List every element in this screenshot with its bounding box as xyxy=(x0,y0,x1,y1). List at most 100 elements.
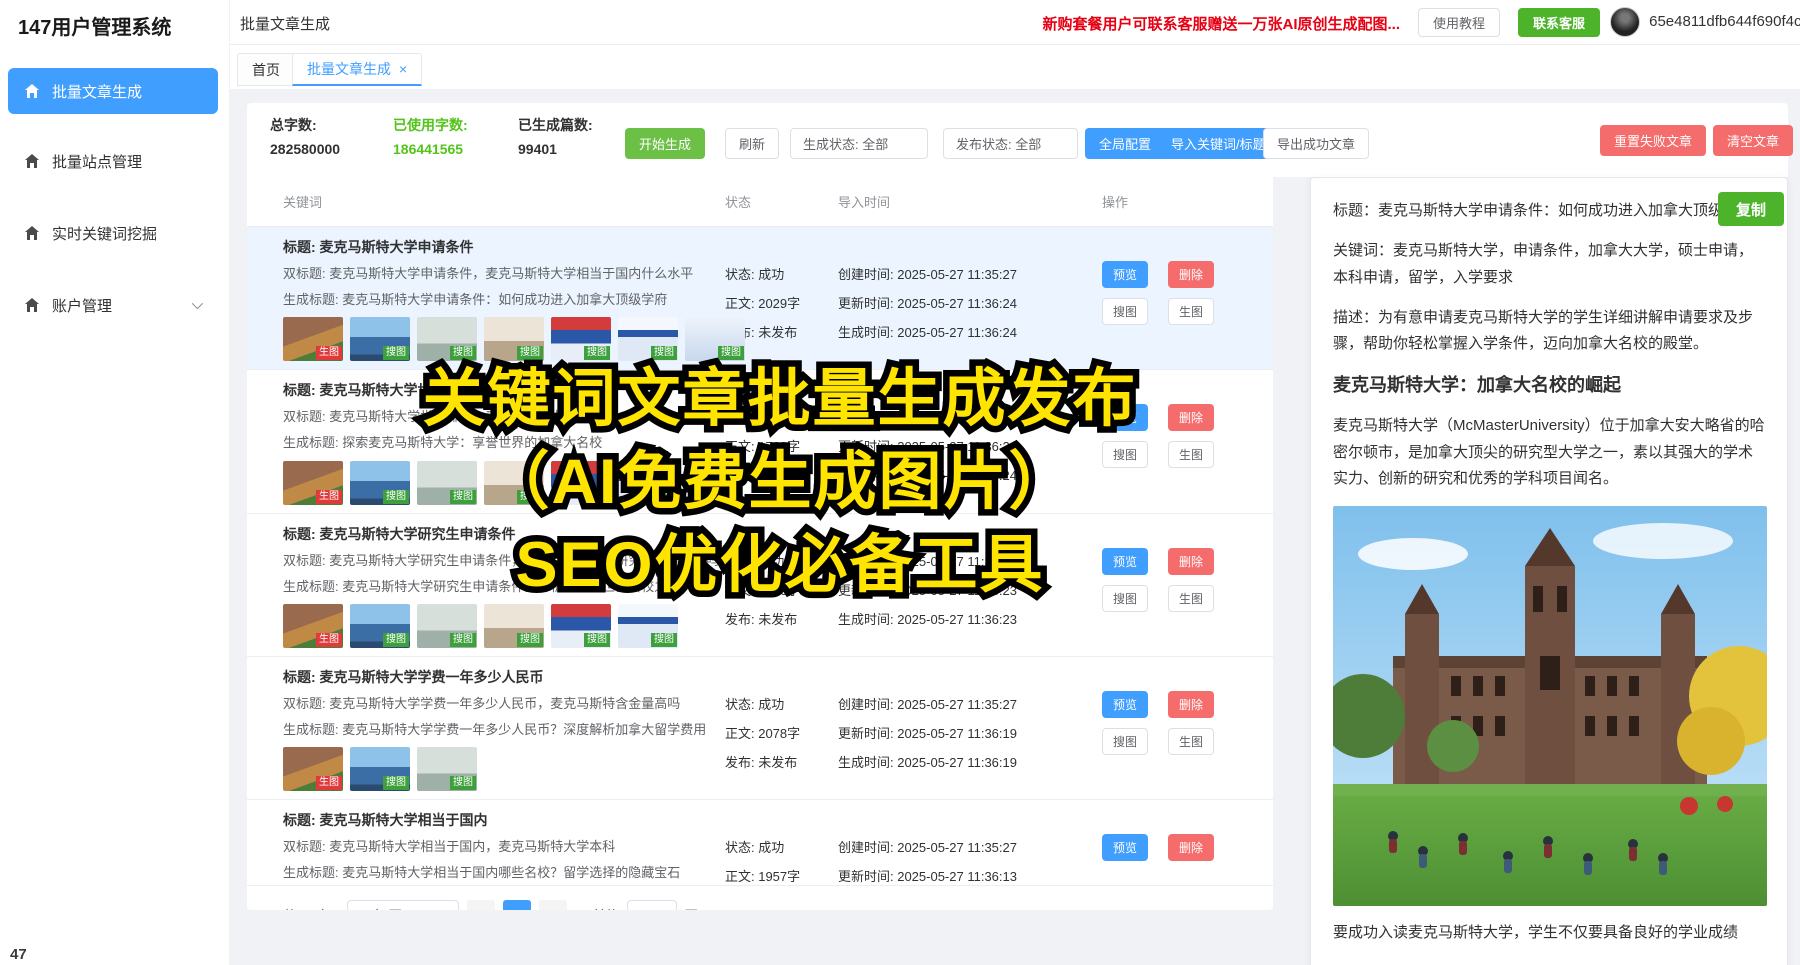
publish-status: 发布: 未发布 xyxy=(725,465,838,484)
promo-notice[interactable]: 新购套餐用户可联系客服赠送一万张AI原创生成配图... xyxy=(1042,13,1400,34)
thumbnail-badge: 搜图 xyxy=(584,490,610,504)
export-articles-button[interactable]: 导出成功文章 xyxy=(1263,128,1369,159)
refresh-button[interactable]: 刷新 xyxy=(725,128,779,159)
sidebar-item-site-management[interactable]: 批量站点管理 xyxy=(8,138,218,184)
home-icon xyxy=(24,83,40,99)
start-generation-button[interactable]: 开始生成 xyxy=(625,128,705,159)
preview-heading: 麦克马斯特大学：加拿大名校的崛起 xyxy=(1333,371,1765,397)
generated-time: 生成时间: 2025-05-27 11:36:23 xyxy=(838,609,1102,628)
article-thumbnail[interactable]: 搜图 xyxy=(618,461,678,505)
generate-image-button[interactable]: 生图 xyxy=(1168,298,1214,325)
table-row[interactable]: 标题: 麦克马斯特大学世界排名 双标题: 麦克马斯特大学世界排名，麦克马斯特大学… xyxy=(247,370,1273,513)
delete-button[interactable]: 删除 xyxy=(1168,691,1214,718)
article-thumbnail[interactable]: 搜图 xyxy=(417,604,477,648)
reset-failed-button[interactable]: 重置失败文章 xyxy=(1600,125,1706,156)
article-thumbnail[interactable]: 搜图 xyxy=(484,317,544,361)
preview-keywords: 关键词：麦克马斯特大学，申请条件，加拿大大学，硕士申请，本科申请，留学，入学要求 xyxy=(1333,238,1765,291)
sidebar-item-keyword-mining[interactable]: 实时关键词挖掘 xyxy=(8,210,218,256)
generate-image-button[interactable]: 生图 xyxy=(1168,585,1214,612)
publish-status-select[interactable]: 发布状态: 全部 xyxy=(943,128,1078,159)
article-thumbnail[interactable]: 搜图 xyxy=(484,461,544,505)
search-image-button[interactable]: 搜图 xyxy=(1102,298,1148,325)
thumbnail-badge: 搜图 xyxy=(651,490,677,504)
article-thumbnail[interactable]: 搜图 xyxy=(484,604,544,648)
avatar[interactable] xyxy=(1610,7,1640,37)
sidebar-item-account[interactable]: 账户管理 xyxy=(8,282,218,328)
sidebar-item-article-generation[interactable]: 批量文章生成 xyxy=(8,68,218,114)
toolbar: 总字数: 282580000 已使用字数: 186441565 已生成篇数: 9… xyxy=(247,103,1788,177)
generation-status-select[interactable]: 生成状态: 全部 xyxy=(790,128,928,159)
word-count: 正文: 2029字 xyxy=(725,293,838,312)
status-text: 状态: 成功 xyxy=(725,694,838,713)
delete-button[interactable]: 删除 xyxy=(1168,261,1214,288)
article-thumbnail[interactable]: 搜图 xyxy=(417,461,477,505)
sidebar-item-label: 批量站点管理 xyxy=(52,151,142,172)
search-image-button[interactable]: 搜图 xyxy=(1102,728,1148,755)
article-generated-title: 生成标题: 麦克马斯特大学研究生申请条件全解析：通往世界名校之路 xyxy=(283,577,725,597)
table-row[interactable]: 标题: 麦克马斯特大学研究生申请条件 双标题: 麦克马斯特大学研究生申请条件，麦… xyxy=(247,514,1273,657)
thumbnail-badge: 搜图 xyxy=(450,346,476,360)
copy-button[interactable]: 复制 xyxy=(1718,192,1784,226)
article-generated-title: 生成标题: 麦克马斯特大学申请条件：如何成功进入加拿大顶级学府 xyxy=(283,290,725,310)
goto-page-input[interactable]: 1 xyxy=(627,900,677,910)
clear-articles-button[interactable]: 清空文章 xyxy=(1713,125,1793,156)
article-thumbnail[interactable]: 搜图 xyxy=(551,317,611,361)
column-header-import-time: 导入时间 xyxy=(838,192,1102,211)
delete-button[interactable]: 删除 xyxy=(1168,548,1214,575)
article-preview-panel: 复制 标题：麦克马斯特大学申请条件：如何成功进入加拿大顶级学府 关键词：麦克马斯… xyxy=(1310,177,1788,965)
close-icon[interactable]: × xyxy=(399,61,407,77)
page-number-button[interactable]: 1 xyxy=(503,900,531,910)
search-image-button[interactable]: 搜图 xyxy=(1102,585,1148,612)
updated-time: 更新时间: 2025-05-27 11:36:13 xyxy=(838,866,1102,885)
word-count: 正文: 2078字 xyxy=(725,723,838,742)
article-thumbnail[interactable]: 生图 xyxy=(283,461,343,505)
tab-article-generation[interactable]: 批量文章生成 × xyxy=(292,53,422,86)
sidebar-item-label: 批量文章生成 xyxy=(52,81,142,102)
import-keywords-button[interactable]: 导入关键词/标题 xyxy=(1157,128,1280,159)
article-thumbnail[interactable]: 生图 xyxy=(283,604,343,648)
table-header: 关键词 状态 导入时间 操作 xyxy=(247,177,1273,227)
preview-button[interactable]: 预览 xyxy=(1102,834,1148,861)
next-page-button[interactable]: › xyxy=(539,900,567,910)
article-generated-title: 生成标题: 探索麦克马斯特大学：享誉世界的加拿大名校 xyxy=(283,433,725,453)
generate-image-button[interactable]: 生图 xyxy=(1168,728,1214,755)
status-text: 状态: 成功 xyxy=(725,837,838,856)
contact-support-button[interactable]: 联系客服 xyxy=(1518,8,1600,37)
delete-button[interactable]: 删除 xyxy=(1168,834,1214,861)
article-thumbnail[interactable]: 搜图 xyxy=(618,317,678,361)
tutorial-button[interactable]: 使用教程 xyxy=(1418,8,1500,37)
article-title: 标题: 麦克马斯特大学世界排名 xyxy=(283,380,725,401)
article-thumbnail[interactable]: 搜图 xyxy=(551,461,611,505)
generate-image-button[interactable]: 生图 xyxy=(1168,441,1214,468)
home-icon xyxy=(24,153,40,169)
article-thumbnail[interactable]: 搜图 xyxy=(350,317,410,361)
preview-button[interactable]: 预览 xyxy=(1102,261,1148,288)
corner-text-fragment: 47 xyxy=(10,946,27,963)
tab-home[interactable]: 首页 xyxy=(237,53,295,86)
table-row[interactable]: 标题: 麦克马斯特大学申请条件 双标题: 麦克马斯特大学申请条件，麦克马斯特大学… xyxy=(247,227,1273,370)
global-config-button[interactable]: 全局配置 xyxy=(1085,128,1165,159)
goto-suffix: 页 xyxy=(685,905,698,910)
search-image-button[interactable]: 搜图 xyxy=(1102,441,1148,468)
article-thumbnail[interactable]: 搜图 xyxy=(551,604,611,648)
preview-button[interactable]: 预览 xyxy=(1102,691,1148,718)
article-thumbnail[interactable]: 搜图 xyxy=(350,747,410,791)
delete-button[interactable]: 删除 xyxy=(1168,404,1214,431)
article-thumbnail[interactable]: 生图 xyxy=(283,747,343,791)
page-size-select[interactable]: 10条/页 xyxy=(347,900,459,910)
table-row[interactable]: 标题: 麦克马斯特大学学费一年多少人民币 双标题: 麦克马斯特大学学费一年多少人… xyxy=(247,657,1273,800)
table-row[interactable]: 标题: 麦克马斯特大学相当于国内 双标题: 麦克马斯特大学相当于国内，麦克马斯特… xyxy=(247,800,1273,886)
preview-button[interactable]: 预览 xyxy=(1102,404,1148,431)
prev-page-button[interactable]: ‹ xyxy=(467,900,495,910)
thumbnail-badge: 搜图 xyxy=(383,633,409,647)
article-thumbnail[interactable]: 搜图 xyxy=(417,747,477,791)
article-thumbnail[interactable]: 搜图 xyxy=(417,317,477,361)
article-thumbnail[interactable]: 搜图 xyxy=(618,604,678,648)
preview-button[interactable]: 预览 xyxy=(1102,548,1148,575)
thumbnail-badge: 搜图 xyxy=(584,633,610,647)
article-thumbnail[interactable]: 搜图 xyxy=(685,317,745,361)
article-thumbnail[interactable]: 搜图 xyxy=(350,604,410,648)
article-thumbnail[interactable]: 生图 xyxy=(283,317,343,361)
updated-time: 更新时间: 2025-05-27 11:36:23 xyxy=(838,580,1102,599)
article-thumbnail[interactable]: 搜图 xyxy=(350,461,410,505)
